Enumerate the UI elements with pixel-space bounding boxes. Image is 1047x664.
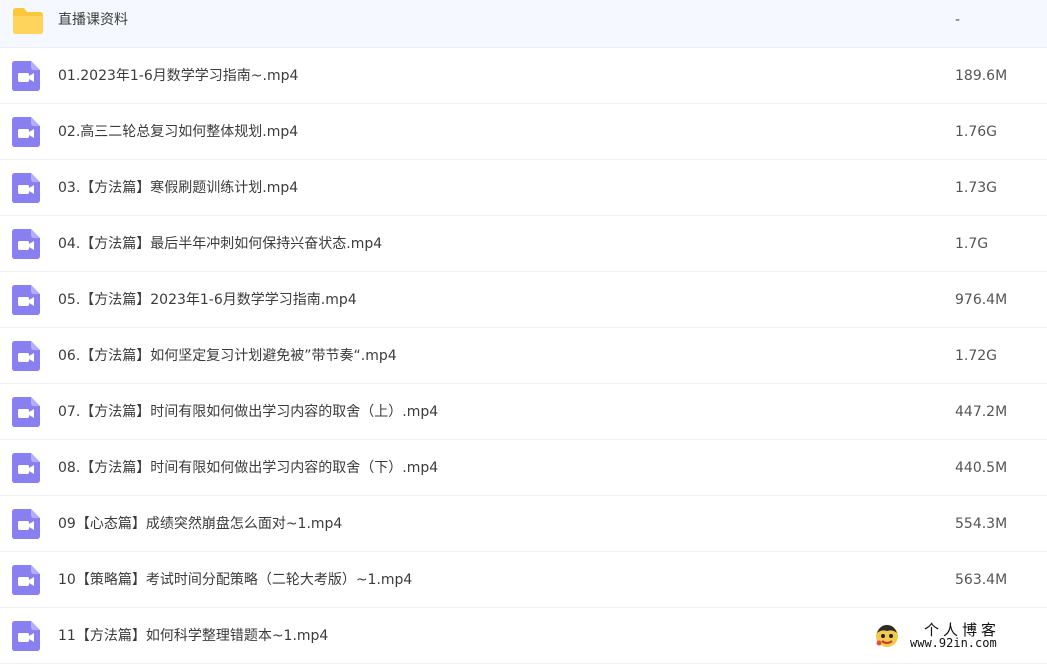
file-row-video[interactable]: 06.【方法篇】如何坚定复习计划避免被”带节奏“.mp4 1.72G	[0, 328, 1047, 384]
file-name: 01.2023年1-6月数学学习指南~.mp4	[58, 68, 299, 84]
watermark: 个人博客 www.92in.com	[872, 619, 1042, 655]
file-name: 08.【方法篇】时间有限如何做出学习内容的取舍（下）.mp4	[58, 460, 439, 476]
file-row-video[interactable]: 04.【方法篇】最后半年冲刺如何保持兴奋状态.mp4 1.7G	[0, 216, 1047, 272]
video-file-icon	[12, 173, 40, 203]
video-file-icon	[12, 229, 40, 259]
file-size: 563.4M	[955, 572, 1008, 588]
watermark-url: www.92in.com	[910, 636, 997, 650]
file-size: 976.4M	[955, 292, 1008, 308]
file-name: 09【心态篇】成绩突然崩盘怎么面对~1.mp4	[58, 516, 343, 532]
video-file-icon	[12, 509, 40, 539]
file-size: 189.6M	[955, 68, 1008, 84]
file-row-video[interactable]: 05.【方法篇】2023年1-6月数学学习指南.mp4 976.4M	[0, 272, 1047, 328]
file-name: 直播课资料	[58, 12, 128, 28]
video-file-icon	[12, 397, 40, 427]
video-file-icon	[12, 61, 40, 91]
folder-icon	[12, 7, 43, 37]
file-row-video[interactable]: 01.2023年1-6月数学学习指南~.mp4 189.6M	[0, 48, 1047, 104]
video-file-icon	[12, 117, 40, 147]
file-size: -	[955, 12, 961, 28]
file-row-video[interactable]: 10【策略篇】考试时间分配策略（二轮大考版）~1.mp4 563.4M	[0, 552, 1047, 608]
file-name: 07.【方法篇】时间有限如何做出学习内容的取舍（上）.mp4	[58, 404, 439, 420]
file-size: 447.2M	[955, 404, 1008, 420]
file-row-folder[interactable]: 直播课资料 -	[0, 0, 1047, 48]
file-name: 03.【方法篇】寒假刷题训练计划.mp4	[58, 180, 299, 196]
file-name: 04.【方法篇】最后半年冲刺如何保持兴奋状态.mp4	[58, 236, 383, 252]
file-name: 05.【方法篇】2023年1-6月数学学习指南.mp4	[58, 292, 357, 308]
video-file-icon	[12, 621, 40, 651]
file-size: 1.72G	[955, 348, 998, 364]
file-list: 直播课资料 - 01.2023年1-6月数学学习指南~.mp4 189.6M 0…	[0, 0, 1047, 664]
file-size: 1.7G	[955, 236, 989, 252]
file-row-video[interactable]: 07.【方法篇】时间有限如何做出学习内容的取舍（上）.mp4 447.2M	[0, 384, 1047, 440]
file-row-video[interactable]: 08.【方法篇】时间有限如何做出学习内容的取舍（下）.mp4 440.5M	[0, 440, 1047, 496]
file-size: 554.3M	[955, 516, 1008, 532]
file-name: 06.【方法篇】如何坚定复习计划避免被”带节奏“.mp4	[58, 348, 397, 364]
file-size: 440.5M	[955, 460, 1008, 476]
file-row-video[interactable]: 09【心态篇】成绩突然崩盘怎么面对~1.mp4 554.3M	[0, 496, 1047, 552]
cartoon-avatar-icon	[874, 623, 900, 649]
video-file-icon	[12, 453, 40, 483]
file-row-video[interactable]: 02.高三二轮总复习如何整体规划.mp4 1.76G	[0, 104, 1047, 160]
file-name: 02.高三二轮总复习如何整体规划.mp4	[58, 124, 299, 140]
file-size: 1.76G	[955, 124, 998, 140]
video-file-icon	[12, 565, 40, 595]
file-name: 11【方法篇】如何科学整理错题本~1.mp4	[58, 628, 329, 644]
video-file-icon	[12, 285, 40, 315]
video-file-icon	[12, 341, 40, 371]
file-row-video[interactable]: 03.【方法篇】寒假刷题训练计划.mp4 1.73G	[0, 160, 1047, 216]
file-size: 1.73G	[955, 180, 998, 196]
file-name: 10【策略篇】考试时间分配策略（二轮大考版）~1.mp4	[58, 572, 413, 588]
